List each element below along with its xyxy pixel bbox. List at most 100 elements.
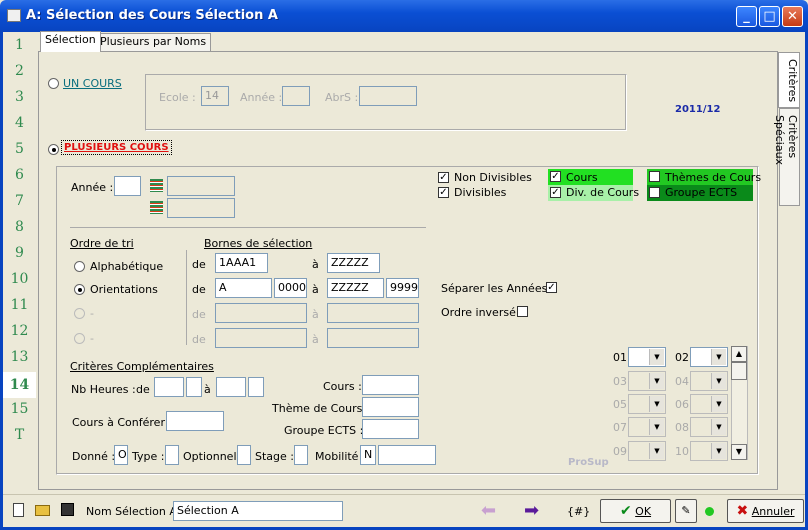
dash2-label: - [90, 332, 94, 345]
borne2-from2[interactable]: 0000 [274, 278, 307, 298]
num-4[interactable]: 4 [3, 115, 36, 131]
themes-checkbox[interactable] [649, 171, 660, 182]
ecole-field[interactable]: 14 [201, 86, 229, 106]
scroll-thumb[interactable] [731, 362, 747, 380]
nb-from2[interactable] [186, 377, 202, 397]
new-document-icon[interactable] [13, 503, 24, 517]
num-11[interactable]: 11 [3, 297, 36, 313]
tab-selection[interactable]: Sélection [40, 31, 101, 52]
num-13[interactable]: 13 [3, 349, 36, 365]
minimize-button[interactable]: _ [736, 6, 757, 27]
un-cours-label[interactable]: UN COURS [63, 77, 122, 90]
mobilite-field[interactable]: N [360, 445, 376, 465]
chevron-down-icon: ▼ [711, 443, 726, 459]
close-button[interactable]: ✕ [782, 6, 803, 27]
slot-08-combo[interactable]: ▼ [690, 417, 728, 437]
open-folder-icon[interactable] [35, 505, 50, 516]
de-label: de [192, 308, 206, 321]
slot-07-combo[interactable]: ▼ [628, 417, 666, 437]
divisibles-checkbox[interactable]: ✓ [438, 187, 449, 198]
annee-label: Année : [71, 181, 114, 194]
slot-06-label: 06 [675, 398, 689, 411]
annee-field-un[interactable] [282, 86, 310, 106]
tab-criteres[interactable]: Critères [778, 52, 800, 108]
conferer-field[interactable] [166, 411, 224, 431]
num-12[interactable]: 12 [3, 323, 36, 339]
donne-field[interactable]: O [114, 445, 128, 465]
plusieurs-cours-label[interactable]: PLUSIEURS COURS [61, 140, 172, 155]
borne1-to[interactable]: ZZZZZ [327, 253, 380, 273]
bornes-title: Bornes de sélection [204, 237, 313, 250]
orient-radio[interactable] [74, 284, 85, 295]
num-t[interactable]: T [3, 427, 36, 443]
num-3[interactable]: 3 [3, 89, 36, 105]
abrs-field[interactable] [359, 86, 417, 106]
un-cours-radio[interactable] [48, 78, 59, 89]
annee-list-1 [167, 176, 235, 196]
nb-to2[interactable] [248, 377, 264, 397]
slot-10-combo[interactable]: ▼ [690, 441, 728, 461]
annee-field[interactable] [114, 176, 141, 196]
ordre-inverse-checkbox[interactable] [517, 306, 528, 317]
slot-06-combo[interactable]: ▼ [690, 394, 728, 414]
mobilite-field2[interactable] [378, 445, 436, 465]
cancel-button[interactable]: ✖ Annuler [727, 499, 804, 523]
arrow-right-icon[interactable]: ➡ [524, 501, 539, 521]
hash-button[interactable]: {#} [567, 505, 590, 518]
groupe-ects-checkbox[interactable] [649, 187, 660, 198]
num-14[interactable]: 14 [3, 372, 36, 398]
tab-plusieurs-par-noms[interactable]: Plusieurs par Noms [95, 33, 212, 51]
checkmark-icon: ✔ [619, 503, 632, 519]
de-label: de [192, 333, 206, 346]
nom-selection-field[interactable]: Sélection A [173, 501, 343, 521]
slot-09-combo[interactable]: ▼ [628, 441, 666, 461]
list-icon[interactable] [150, 179, 163, 192]
num-15[interactable]: 15 [3, 401, 36, 417]
tools-button[interactable]: ✎ [675, 499, 697, 523]
slot-05-combo[interactable]: ▼ [628, 394, 666, 414]
maximize-button[interactable]: □ [759, 6, 780, 27]
save-icon[interactable] [61, 503, 74, 516]
slot-04-combo[interactable]: ▼ [690, 371, 728, 391]
separer-checkbox[interactable]: ✓ [546, 282, 557, 293]
num-6[interactable]: 6 [3, 167, 36, 183]
optionnel-field[interactable] [237, 445, 251, 465]
scroll-down-icon[interactable]: ▼ [731, 444, 747, 460]
borne2-from[interactable]: A [215, 278, 272, 298]
dash2-radio[interactable] [74, 333, 85, 344]
nb-to[interactable] [216, 377, 246, 397]
theme-field[interactable] [362, 397, 419, 417]
borne2-to2[interactable]: 9999 [386, 278, 419, 298]
tab-criteres-speciaux[interactable]: Critères Spéciaux [773, 108, 800, 206]
num-1[interactable]: 1 [3, 37, 36, 53]
cours-checkbox[interactable]: ✓ [550, 171, 561, 182]
annee-list-2 [167, 198, 235, 218]
slot-03-combo[interactable]: ▼ [628, 371, 666, 391]
num-9[interactable]: 9 [3, 245, 36, 261]
stage-field[interactable] [294, 445, 308, 465]
slot-02-combo[interactable]: ▼ [690, 347, 728, 367]
alpha-radio[interactable] [74, 261, 85, 272]
non-divisibles-checkbox[interactable]: ✓ [438, 172, 449, 183]
borne2-to[interactable]: ZZZZZ [327, 278, 384, 298]
num-8[interactable]: 8 [3, 219, 36, 235]
slot-01-combo[interactable]: ▼ [628, 347, 666, 367]
num-5[interactable]: 5 [3, 141, 36, 157]
ok-button[interactable]: ✔ OK [600, 499, 671, 523]
scroll-up-icon[interactable]: ▲ [731, 346, 747, 362]
div-cours-label: Div. de Cours [566, 186, 640, 199]
chevron-down-icon: ▼ [649, 373, 664, 389]
nb-from[interactable] [154, 377, 184, 397]
list-icon[interactable] [150, 201, 163, 214]
arrow-left-icon[interactable]: ⬅ [481, 501, 496, 521]
num-7[interactable]: 7 [3, 193, 36, 209]
type-field[interactable] [165, 445, 179, 465]
dash1-radio[interactable] [74, 308, 85, 319]
num-10[interactable]: 10 [3, 271, 36, 287]
div-cours-checkbox[interactable]: ✓ [550, 187, 561, 198]
plusieurs-cours-radio[interactable] [48, 144, 59, 155]
groupe-field[interactable] [362, 419, 419, 439]
borne1-from[interactable]: 1AAA1 [215, 253, 268, 273]
cours-crit-field[interactable] [362, 375, 419, 395]
num-2[interactable]: 2 [3, 63, 36, 79]
